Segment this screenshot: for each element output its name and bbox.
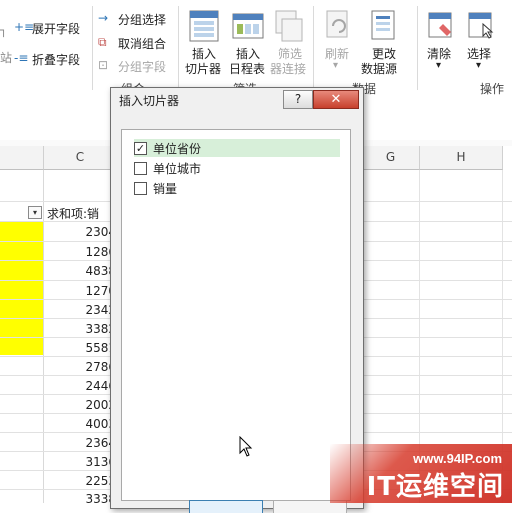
insert-slicer-label-2: 切片器 [185, 62, 222, 76]
collapse-icon: -≡ [14, 51, 29, 65]
ribbon: ┐ 站 +≡ 展开字段 -≡ 折叠字段 → 分组选择 ⧉ 取消组合 ⊡ 分组字段… [0, 0, 512, 99]
column-header-c[interactable]: C [44, 146, 117, 170]
value-cell[interactable]: 2364 [44, 436, 116, 450]
field-label: 单位省份 [153, 142, 202, 156]
group-field-icon: ⊡ [98, 58, 109, 72]
pivot-header-row: ▾ 求和项:销 [0, 202, 116, 222]
close-button[interactable]: ✕ [313, 90, 359, 109]
ribbon-separator [417, 6, 418, 90]
filter-connections-label-2: 器连接 [270, 62, 307, 76]
change-data-source-label-2: 数据源 [361, 62, 398, 76]
value-cell[interactable]: 2253 [44, 474, 116, 488]
select-button[interactable]: 选择 ▾ [461, 8, 501, 78]
watermark-url: www.94IP.com [413, 451, 502, 466]
group-selection-label: 分组选择 [118, 13, 167, 27]
column-header-b[interactable] [0, 146, 44, 170]
group-field-button[interactable]: ⊡ 分组字段 [98, 57, 174, 77]
help-icon: ? [294, 92, 302, 106]
collapse-field-label: 折叠字段 [32, 53, 81, 67]
watermark-name: IT运维空间 [366, 472, 504, 502]
refresh-dropdown-icon: ▾ [333, 60, 339, 71]
group-field-label: 分组字段 [118, 60, 167, 74]
mouse-pointer-icon [239, 436, 253, 457]
value-cell[interactable]: 1286 [44, 245, 116, 259]
value-cell[interactable]: 1270 [44, 284, 116, 298]
insert-timeline-label-2: 日程表 [229, 62, 266, 76]
clear-button[interactable]: 清除 ▾ [421, 8, 461, 78]
clear-icon [428, 12, 452, 38]
timeline-icon [232, 13, 264, 39]
value-cell[interactable]: 3382 [44, 322, 116, 336]
expand-field-button[interactable]: +≡ 展开字段 [14, 18, 86, 38]
expand-field-label: 展开字段 [32, 22, 81, 36]
value-cell[interactable]: 3338 [44, 492, 116, 506]
field-option-sales[interactable]: 销量 [134, 179, 340, 197]
checkbox[interactable] [134, 182, 147, 195]
value-cell[interactable]: 2446 [44, 379, 116, 393]
ribbon-separator [92, 6, 93, 90]
ungroup-label: 取消组合 [118, 37, 167, 51]
value-cell[interactable]: 2786 [44, 360, 116, 374]
checkbox[interactable]: ✓ [134, 142, 147, 155]
value-cell[interactable]: 4838 [44, 264, 116, 278]
column-header-h-label: H [456, 150, 466, 164]
filter-dropdown-icon: ▾ [32, 208, 37, 217]
column-header-g-label: G [385, 150, 396, 164]
select-icon [468, 12, 494, 39]
insert-slicer-dialog: 插入切片器 ? ✕ ✓ 单位省份 单位城市 销量 [110, 87, 364, 513]
ungroup-icon: ⧉ [98, 35, 107, 49]
change-data-source-button[interactable]: 更改 数据源 [358, 8, 410, 78]
pivot-header-cell[interactable]: 求和项:销 [47, 205, 99, 222]
dialog-title: 插入切片器 [119, 94, 180, 108]
data-source-icon [371, 10, 395, 40]
close-icon: ✕ [330, 92, 342, 107]
field-option-province[interactable]: ✓ 单位省份 [134, 139, 340, 157]
ribbon-partial-label: 站 [0, 51, 13, 65]
column-header-g[interactable]: G [362, 146, 420, 170]
ribbon-separator [313, 6, 314, 90]
value-cell[interactable]: 5581 [44, 341, 116, 355]
ribbon-partial-glyph: ┐ [0, 23, 8, 37]
collapse-field-button[interactable]: -≡ 折叠字段 [14, 49, 86, 69]
filter-connections-icon [275, 10, 303, 42]
clear-dropdown-icon: ▾ [436, 60, 442, 71]
field-label: 销量 [153, 182, 178, 196]
column-header-c-label: C [75, 150, 85, 164]
slicer-field-list[interactable]: ✓ 单位省份 单位城市 销量 [121, 129, 351, 501]
ungroup-button[interactable]: ⧉ 取消组合 [98, 34, 174, 54]
insert-timeline-button[interactable]: 插入 日程表 [226, 8, 270, 78]
value-cell[interactable]: 2304 [44, 225, 116, 239]
filter-dropdown-button[interactable]: ▾ [28, 206, 42, 219]
value-cell[interactable]: 3136 [44, 455, 116, 469]
field-option-city[interactable]: 单位城市 [134, 159, 340, 177]
group-label-ops: 操作 [480, 82, 505, 96]
select-dropdown-icon: ▾ [476, 60, 482, 71]
field-label: 单位城市 [153, 162, 202, 176]
filter-connections-button[interactable]: 筛选 器连接 [268, 8, 310, 78]
slicer-icon [189, 10, 219, 42]
value-cell[interactable]: 2342 [44, 303, 116, 317]
refresh-button[interactable]: 刷新 ▾ [318, 8, 358, 78]
value-cell[interactable]: 4003 [44, 417, 116, 431]
group-selection-icon: → [98, 11, 109, 25]
value-cell[interactable]: 2002 [44, 398, 116, 412]
ribbon-separator [178, 6, 179, 90]
checkbox[interactable] [134, 162, 147, 175]
refresh-icon [326, 10, 348, 38]
group-selection-button[interactable]: → 分组选择 [98, 10, 174, 30]
help-button[interactable]: ? [283, 90, 313, 109]
insert-slicer-button[interactable]: 插入 切片器 [182, 8, 226, 78]
column-header-h[interactable]: H [420, 146, 503, 170]
ok-button[interactable] [189, 500, 263, 513]
